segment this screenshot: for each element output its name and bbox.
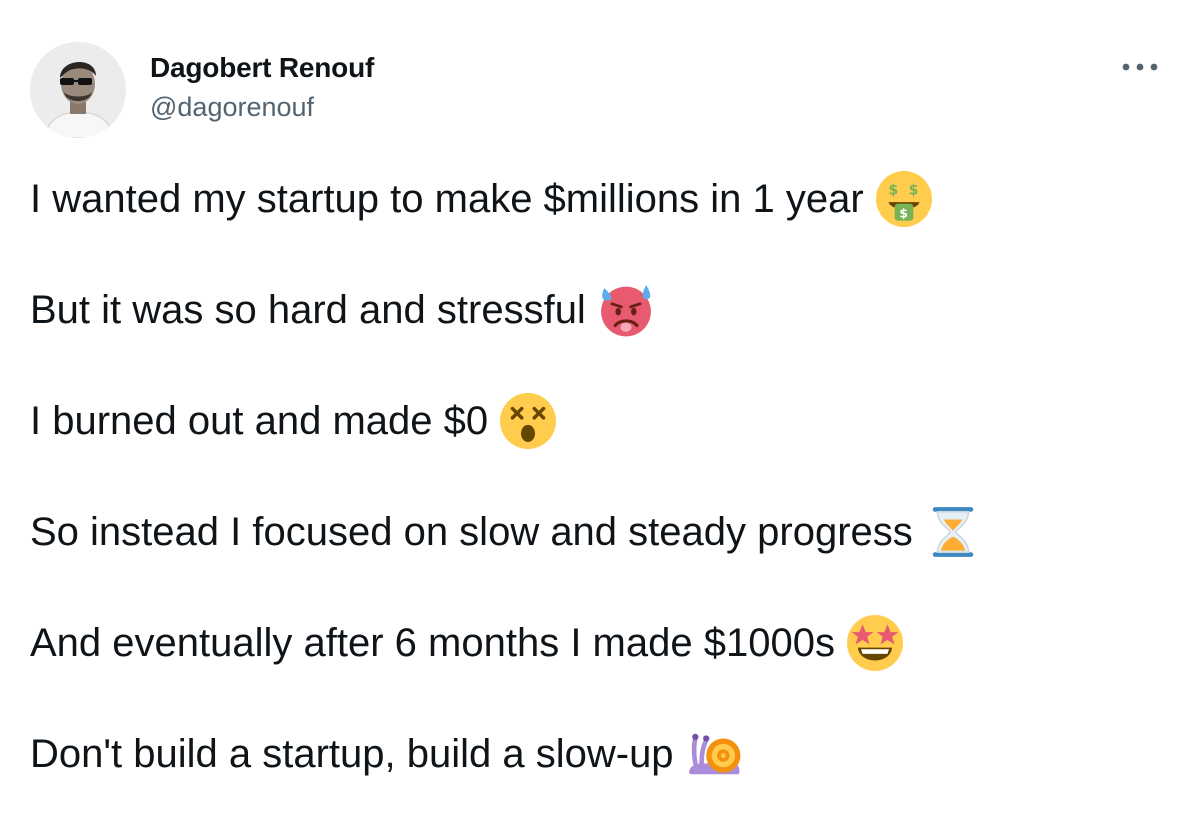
more-options-button[interactable] — [1118, 54, 1162, 80]
avatar[interactable] — [30, 42, 126, 138]
more-dots-icon — [1122, 63, 1158, 71]
tweet-text: I wanted my startup to make $millions in… — [30, 168, 1170, 834]
tweet-line-text: But it was so hard and stressful — [30, 288, 586, 332]
svg-text:$: $ — [888, 182, 898, 198]
tweet-line-text: I burned out and made $0 — [30, 399, 489, 443]
money-mouth-face-icon: $ $ $ — [875, 171, 932, 227]
tweet-line-text: And eventually after 6 months I made $10… — [30, 621, 835, 665]
tweet-card: Dagobert Renouf @dagorenouf I wanted my … — [0, 0, 1188, 810]
tweet-line: But it was so hard and stressful — [30, 279, 1170, 390]
tweet-line: And eventually after 6 months I made $10… — [30, 612, 1170, 723]
author-name[interactable]: Dagobert Renouf — [150, 52, 374, 84]
tweet-line-text: I wanted my startup to make $millions in… — [30, 177, 864, 221]
tweet-line: Don't build a startup, build a slow-up — [30, 723, 1170, 834]
dizzy-face-icon — [500, 393, 557, 449]
tweet-line-text: Don't build a startup, build a slow-up — [30, 732, 674, 776]
author-handle[interactable]: @dagorenouf — [150, 92, 314, 123]
tweet-line: I wanted my startup to make $millions in… — [30, 168, 1170, 279]
snail-icon — [686, 726, 742, 782]
svg-text:$: $ — [908, 182, 918, 198]
tweet-line-text: So instead I focused on slow and steady … — [30, 510, 913, 554]
star-struck-icon — [846, 615, 903, 671]
tweet-line: I burned out and made $0 — [30, 390, 1170, 501]
svg-text:$: $ — [899, 206, 908, 221]
hourglass-icon — [925, 504, 981, 560]
hot-face-sweat-icon — [598, 282, 654, 338]
tweet-line: So instead I focused on slow and steady … — [30, 501, 1170, 612]
